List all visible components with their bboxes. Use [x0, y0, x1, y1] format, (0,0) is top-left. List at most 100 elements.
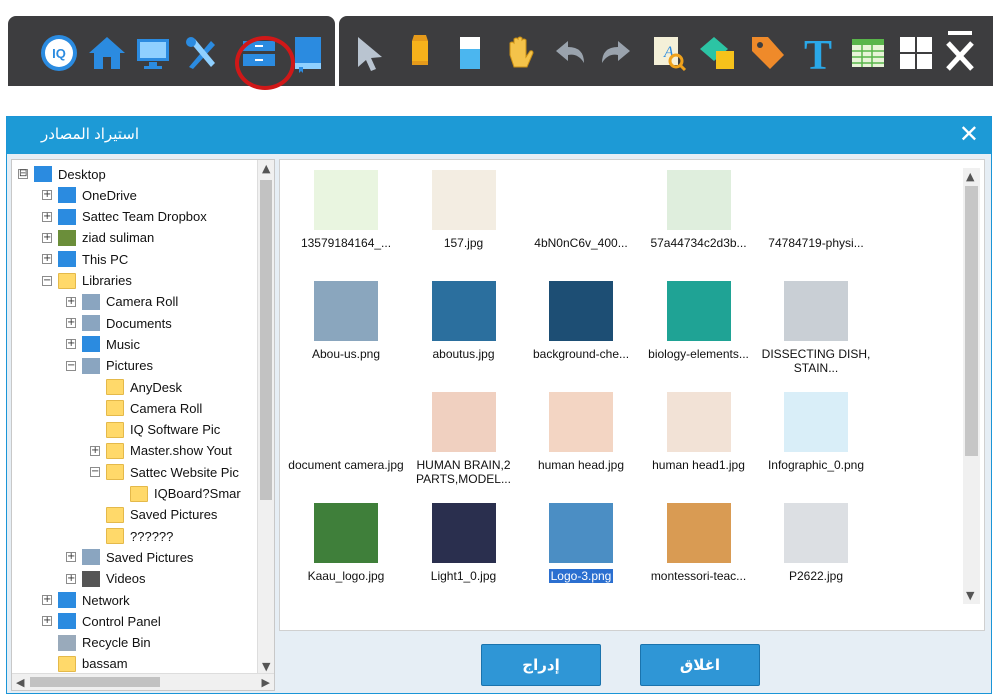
tree-item[interactable]: + Music [66, 334, 140, 354]
file-item[interactable]: 4bN0nC6v_400... [521, 170, 641, 280]
tree-vertical-scrollbar[interactable]: ▲ ▼ [257, 160, 274, 675]
grid-icon[interactable] [893, 30, 939, 76]
tree-item[interactable]: − Sattec Website Pic [90, 462, 239, 482]
tree-item[interactable]: ?????? [90, 526, 173, 546]
text-icon[interactable]: T [795, 30, 841, 76]
tree-item[interactable]: IQ Software Pic [90, 420, 220, 440]
file-item[interactable]: background-che... [521, 281, 641, 391]
expand-toggle-icon[interactable]: + [66, 318, 76, 329]
undo-icon[interactable] [547, 30, 593, 76]
tree-item[interactable]: − Pictures [66, 356, 153, 376]
file-name-text: DISSECTING DISH, STAIN... [761, 347, 871, 375]
table-icon[interactable] [845, 30, 891, 76]
cursor-icon[interactable] [347, 30, 393, 76]
text-recognition-icon[interactable]: A [645, 30, 691, 76]
file-item[interactable]: P2622.jpg [756, 503, 876, 613]
expand-toggle-icon[interactable]: + [66, 573, 76, 584]
close-button[interactable]: اغلاق [640, 644, 760, 686]
tree-item[interactable]: AnyDesk [90, 377, 182, 397]
file-item[interactable]: Infographic_0.png [756, 392, 876, 502]
tree-item[interactable]: Recycle Bin [42, 633, 151, 653]
tools-icon[interactable] [178, 30, 224, 76]
file-item[interactable]: 13579184164_... [286, 170, 406, 280]
expand-toggle-icon[interactable]: + [42, 232, 52, 243]
tree-hscroll-thumb[interactable] [30, 677, 160, 687]
folder-tree[interactable]: ▲ ▼ ◀ ▶ ⊟ Desktop + OneDrive + Sattec Team Dr… [11, 159, 275, 691]
file-item[interactable]: montessori-teac... [639, 503, 759, 613]
tree-item[interactable]: + Control Panel [42, 611, 161, 631]
tree-item[interactable]: + Network [42, 590, 130, 610]
file-item[interactable]: document camera.jpg [286, 392, 406, 502]
file-item[interactable]: DISSECTING DISH, STAIN... [756, 281, 876, 391]
monitor-icon[interactable] [130, 30, 176, 76]
files-scroll-thumb[interactable] [965, 186, 978, 456]
tree-item[interactable]: Saved Pictures [90, 505, 217, 525]
home-icon[interactable] [84, 30, 130, 76]
pencil-icon[interactable] [397, 30, 443, 76]
tree-item[interactable]: + Documents [66, 313, 172, 333]
eraser-icon[interactable] [447, 30, 493, 76]
file-item[interactable]: human head.jpg [521, 392, 641, 502]
scroll-down-arrow-icon[interactable]: ▼ [262, 660, 270, 673]
expand-toggle-icon[interactable]: + [90, 445, 100, 456]
shapes-icon[interactable] [695, 30, 741, 76]
expand-toggle-icon[interactable]: + [42, 595, 52, 605]
expand-toggle-icon[interactable]: + [42, 616, 52, 627]
tree-item[interactable]: + ziad suliman [42, 228, 154, 248]
tag-icon[interactable] [745, 30, 791, 76]
scroll-right-arrow-icon[interactable]: ▶ [262, 676, 270, 689]
file-item[interactable]: 74784719-physi... [756, 170, 876, 280]
minimize-close-icon[interactable] [937, 30, 983, 76]
iq-logo-icon[interactable]: IQ [36, 30, 82, 76]
scroll-up-arrow-icon[interactable]: ▲ [262, 162, 270, 175]
insert-button[interactable]: إدراج [481, 644, 601, 686]
tree-item[interactable]: + Sattec Team Dropbox [42, 207, 207, 227]
file-name-text: 57a44734c2d3b... [650, 236, 747, 250]
tree-item[interactable]: + This PC [42, 249, 128, 269]
files-scroll-up-icon[interactable]: ▲ [966, 170, 974, 183]
expand-toggle-icon[interactable]: + [66, 296, 76, 307]
tree-scroll-thumb[interactable] [260, 180, 272, 500]
file-name-text: human head1.jpg [652, 458, 745, 472]
expand-toggle-icon[interactable]: − [90, 467, 100, 478]
network-icon [58, 592, 76, 608]
tree-item[interactable]: ⊟ Desktop [18, 164, 106, 184]
expand-toggle-icon[interactable]: + [42, 254, 52, 265]
file-item[interactable]: aboutus.jpg [404, 281, 524, 391]
hand-icon[interactable] [497, 30, 543, 76]
tree-item[interactable]: + Videos [66, 569, 146, 589]
file-item[interactable]: Abou-us.png [286, 281, 406, 391]
arabic-logo-thumbnail [549, 170, 613, 230]
atom-thumbnail [784, 170, 848, 230]
file-item[interactable]: 157.jpg [404, 170, 524, 280]
tree-item[interactable]: + Camera Roll [66, 292, 178, 312]
tree-item[interactable]: Camera Roll [90, 398, 202, 418]
files-scroll-down-icon[interactable]: ▼ [966, 589, 974, 602]
expand-toggle-icon[interactable]: + [66, 339, 76, 350]
expand-toggle-icon[interactable]: + [42, 190, 52, 201]
file-item[interactable]: HUMAN BRAIN,2 PARTS,MODEL... [404, 392, 524, 502]
expand-toggle-icon[interactable]: ⊟ [18, 169, 28, 179]
scroll-left-arrow-icon[interactable]: ◀ [16, 676, 24, 689]
file-item[interactable]: biology-elements... [639, 281, 759, 391]
main-toolbar-right: A T [339, 16, 993, 86]
expand-toggle-icon[interactable]: − [42, 275, 52, 286]
tree-item[interactable]: + OneDrive [42, 185, 137, 205]
redo-icon[interactable] [593, 30, 639, 76]
dialog-close-icon[interactable]: ✕ [959, 122, 979, 148]
file-item[interactable]: Logo-3.png [521, 503, 641, 613]
tree-item[interactable]: bassam [42, 654, 128, 674]
tree-item[interactable]: − Libraries [42, 271, 132, 291]
expand-toggle-icon[interactable]: + [42, 211, 52, 222]
file-item[interactable]: 57a44734c2d3b... [639, 170, 759, 280]
expand-toggle-icon[interactable]: + [66, 552, 76, 563]
tree-item[interactable]: IQBoard?Smar [114, 484, 241, 504]
files-vertical-scrollbar[interactable]: ▲ ▼ [963, 168, 980, 604]
file-item[interactable]: human head1.jpg [639, 392, 759, 502]
expand-toggle-icon[interactable]: − [66, 360, 76, 371]
file-item[interactable]: Kaau_logo.jpg [286, 503, 406, 613]
tree-horizontal-scrollbar[interactable]: ◀ ▶ [12, 673, 274, 690]
tree-item[interactable]: + Master.show Yout [90, 441, 232, 461]
tree-item[interactable]: + Saved Pictures [66, 547, 193, 567]
file-item[interactable]: Light1_0.jpg [404, 503, 524, 613]
